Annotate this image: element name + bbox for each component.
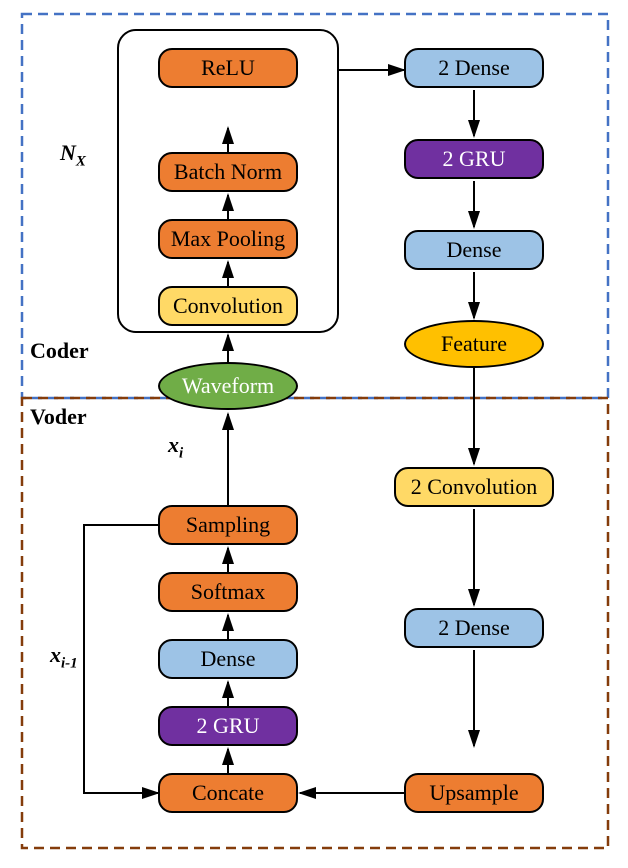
two-dense-top-node: 2 Dense [404, 48, 544, 88]
xi-label: xi [168, 432, 183, 462]
xi-sub: i [179, 445, 183, 461]
xi-main: x [168, 432, 179, 457]
sampling-node: Sampling [158, 505, 298, 545]
maxpool-node: Max Pooling [158, 219, 298, 259]
upsample-node: Upsample [404, 773, 544, 813]
convolution-node: Convolution [158, 286, 298, 326]
nx-label: NX [60, 140, 86, 170]
voder-label: Voder [30, 404, 87, 430]
two-gru-left-node: 2 GRU [158, 706, 298, 746]
arrow-feedback-loop [84, 525, 158, 793]
dense-right-node: Dense [404, 230, 544, 270]
diagram-canvas [0, 0, 628, 868]
softmax-node: Softmax [158, 572, 298, 612]
coder-label: Coder [30, 338, 89, 364]
two-convolution-node: 2 Convolution [394, 467, 554, 507]
nx-sub: X [76, 153, 86, 169]
batchnorm-node: Batch Norm [158, 152, 298, 192]
two-dense-bot-node: 2 Dense [404, 608, 544, 648]
two-gru-right-node: 2 GRU [404, 139, 544, 179]
relu-node: ReLU [158, 48, 298, 88]
dense-left-node: Dense [158, 639, 298, 679]
concate-node: Concate [158, 773, 298, 813]
xi1-label: xi-1 [50, 642, 78, 672]
xi1-sub: i-1 [61, 655, 78, 671]
xi1-main: x [50, 642, 61, 667]
waveform-node: Waveform [158, 362, 298, 410]
nx-main: N [60, 140, 76, 165]
feature-node: Feature [404, 320, 544, 368]
